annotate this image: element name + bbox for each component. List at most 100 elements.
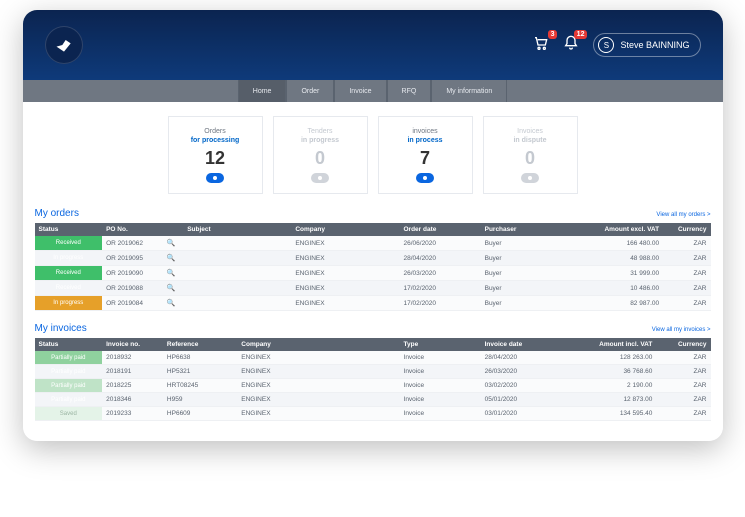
- card-line1: invoices: [412, 128, 437, 135]
- eye-icon: [416, 173, 434, 183]
- card-invoices-process[interactable]: invoices in process 7: [378, 116, 473, 194]
- invno-cell: 2018225: [102, 379, 163, 393]
- amount-cell: 166 480.00: [575, 236, 663, 251]
- subject-cell: [183, 281, 291, 296]
- col-company: Company: [291, 223, 399, 236]
- company-cell: ENGINEX: [237, 351, 399, 365]
- logo[interactable]: [45, 26, 83, 64]
- col-invno: Invoice no.: [102, 338, 163, 351]
- nav-order[interactable]: Order: [286, 80, 334, 102]
- table-row[interactable]: Saved2019233HP6609ENGINEXInvoice03/01/20…: [35, 407, 711, 421]
- col-invdate: Invoice date: [481, 338, 562, 351]
- type-cell: Invoice: [400, 407, 481, 421]
- table-row[interactable]: ReceivedOR 2019088🔍ENGINEX17/02/2020Buye…: [35, 281, 711, 296]
- col-type: Type: [400, 338, 481, 351]
- currency-cell: ZAR: [656, 379, 710, 393]
- currency-cell: ZAR: [656, 407, 710, 421]
- eye-icon: [521, 173, 539, 183]
- purchaser-cell: Buyer: [481, 236, 576, 251]
- card-line1: Orders: [204, 128, 225, 135]
- col-orderdate: Order date: [400, 223, 481, 236]
- purchaser-cell: Buyer: [481, 251, 576, 266]
- search-icon[interactable]: 🔍: [163, 236, 183, 251]
- my-orders-section: My orders View all my orders > Status PO…: [23, 204, 723, 319]
- orders-table: Status PO No. Subject Company Order date…: [35, 223, 711, 311]
- card-value: 7: [420, 148, 430, 169]
- col-subject: Subject: [183, 223, 291, 236]
- amount-cell: 36 768.60: [562, 365, 657, 379]
- status-badge: Received: [35, 281, 103, 296]
- bird-logo-icon: [54, 35, 74, 55]
- app-frame: 3 12 S Steve BAINNING Home Order Invoice…: [23, 10, 723, 441]
- table-row[interactable]: In progressOR 2019084🔍ENGINEX17/02/2020B…: [35, 296, 711, 311]
- my-invoices-section: My invoices View all my invoices > Statu…: [23, 319, 723, 429]
- ref-cell: H959: [163, 393, 237, 407]
- date-cell: 17/02/2020: [400, 296, 481, 311]
- card-orders-processing[interactable]: Orders for processing 12: [168, 116, 263, 194]
- status-badge: Partially paid: [35, 351, 103, 365]
- table-row[interactable]: Partially paid2018932HP6638ENGINEXInvoic…: [35, 351, 711, 365]
- status-badge: Partially paid: [35, 379, 103, 393]
- date-cell: 26/03/2020: [481, 365, 562, 379]
- status-badge: Partially paid: [35, 393, 103, 407]
- col-currency: Currency: [663, 223, 710, 236]
- currency-cell: ZAR: [656, 351, 710, 365]
- card-line2: in process: [407, 137, 442, 144]
- table-row[interactable]: Partially paid2018191HP5321ENGINEXInvoic…: [35, 365, 711, 379]
- card-invoices-dispute[interactable]: Invoices in dispute 0: [483, 116, 578, 194]
- date-cell: 17/02/2020: [400, 281, 481, 296]
- invoices-view-all-link[interactable]: View all my invoices >: [652, 327, 711, 333]
- amount-cell: 12 873.00: [562, 393, 657, 407]
- summary-cards: Orders for processing 12 Tenders in prog…: [23, 102, 723, 204]
- purchaser-cell: Buyer: [481, 266, 576, 281]
- card-value: 12: [205, 148, 225, 169]
- orders-title: My orders: [35, 208, 79, 219]
- nav-invoice[interactable]: Invoice: [334, 80, 386, 102]
- type-cell: Invoice: [400, 379, 481, 393]
- currency-cell: ZAR: [663, 236, 710, 251]
- subject-cell: [183, 266, 291, 281]
- main-nav: Home Order Invoice RFQ My information: [23, 80, 723, 102]
- user-menu[interactable]: S Steve BAINNING: [593, 33, 700, 57]
- cart-button[interactable]: 3: [533, 35, 549, 56]
- table-row[interactable]: Partially paid2018225HRT08245ENGINEXInvo…: [35, 379, 711, 393]
- status-badge: Received: [35, 266, 103, 281]
- nav-home[interactable]: Home: [238, 80, 287, 102]
- table-row[interactable]: ReceivedOR 2019062🔍ENGINEX26/06/2020Buye…: [35, 236, 711, 251]
- card-tenders-progress[interactable]: Tenders in progress 0: [273, 116, 368, 194]
- user-name: Steve BAINNING: [620, 40, 689, 50]
- nav-my-information[interactable]: My information: [431, 80, 507, 102]
- table-row[interactable]: ReceivedOR 2019090🔍ENGINEX26/03/2020Buye…: [35, 266, 711, 281]
- orders-view-all-link[interactable]: View all my orders >: [656, 212, 710, 218]
- invoices-title: My invoices: [35, 323, 87, 334]
- amount-cell: 31 999.00: [575, 266, 663, 281]
- currency-cell: ZAR: [656, 393, 710, 407]
- ref-cell: HP6638: [163, 351, 237, 365]
- purchaser-cell: Buyer: [481, 281, 576, 296]
- currency-cell: ZAR: [656, 365, 710, 379]
- amount-cell: 128 263.00: [562, 351, 657, 365]
- status-badge: In progress: [35, 251, 103, 266]
- amount-cell: 134 595.40: [562, 407, 657, 421]
- notifications-button[interactable]: 12: [563, 35, 579, 56]
- currency-cell: ZAR: [663, 281, 710, 296]
- invno-cell: 2018191: [102, 365, 163, 379]
- po-cell: OR 2019090: [102, 266, 163, 281]
- company-cell: ENGINEX: [237, 379, 399, 393]
- nav-rfq[interactable]: RFQ: [387, 80, 432, 102]
- search-icon[interactable]: 🔍: [163, 266, 183, 281]
- status-badge: In progress: [35, 296, 103, 311]
- type-cell: Invoice: [400, 393, 481, 407]
- user-initial: S: [598, 37, 614, 53]
- card-line2: in dispute: [513, 137, 546, 144]
- search-icon[interactable]: 🔍: [163, 296, 183, 311]
- col-purchaser: Purchaser: [481, 223, 576, 236]
- eye-icon: [311, 173, 329, 183]
- col-company: Company: [237, 338, 399, 351]
- table-row[interactable]: Partially paid2018346H959ENGINEXInvoice0…: [35, 393, 711, 407]
- search-icon[interactable]: 🔍: [163, 281, 183, 296]
- cart-badge: 3: [548, 30, 558, 39]
- ref-cell: HRT08245: [163, 379, 237, 393]
- search-icon[interactable]: 🔍: [163, 251, 183, 266]
- table-row[interactable]: In progressOR 2019095🔍ENGINEX28/04/2020B…: [35, 251, 711, 266]
